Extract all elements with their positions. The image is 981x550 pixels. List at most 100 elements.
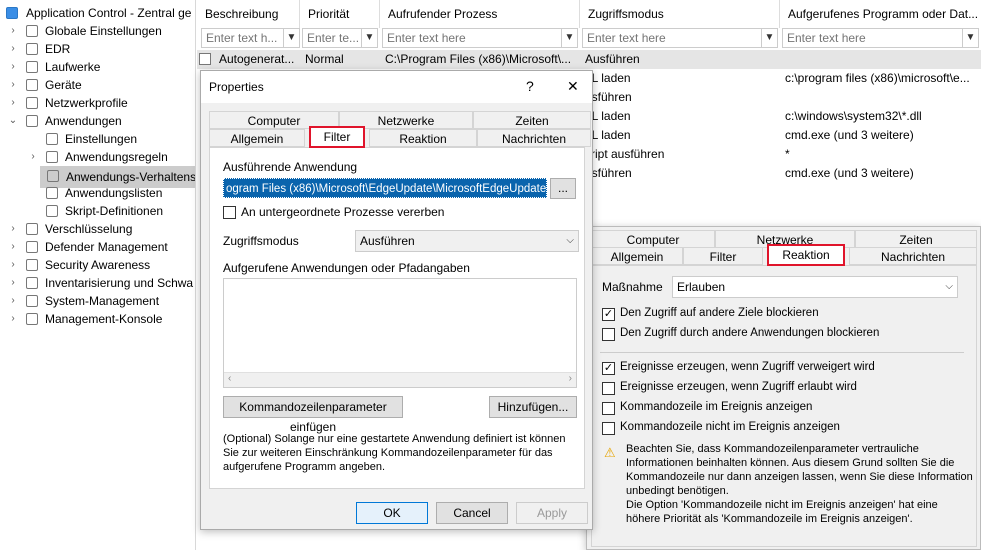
tree-item[interactable]: Einstellungen	[0, 130, 195, 148]
column-header-zugriffsmodus[interactable]: Zugriffsmodus	[580, 0, 780, 28]
tab-reaktion[interactable]: Reaktion	[767, 244, 845, 266]
option-checkbox[interactable]	[602, 328, 615, 341]
filter-icon[interactable]: ▼	[561, 29, 577, 47]
tree-item-label: Inventarisierung und Schwa	[45, 276, 194, 290]
tab-filter[interactable]: Filter	[309, 126, 365, 148]
filter-prioritaet[interactable]: ▼	[302, 28, 378, 48]
mode-select[interactable]: Ausführen ⌵	[355, 230, 579, 252]
measure-select[interactable]: Erlauben ⌵	[672, 276, 958, 298]
chevron-right-icon[interactable]: ›	[8, 58, 18, 76]
tree-item[interactable]: › Globale Einstellungen	[0, 22, 195, 40]
help-button[interactable]: ?	[526, 78, 534, 94]
chevron-right-icon[interactable]: ›	[8, 256, 18, 274]
option-checkbox[interactable]: ✓	[602, 308, 615, 321]
chevron-right-icon[interactable]: ›	[8, 40, 18, 58]
tree-item-label: Security Awareness	[45, 258, 151, 272]
column-header-beschreibung[interactable]: Beschreibung	[197, 0, 300, 28]
tab-allgemein[interactable]: Allgemein	[209, 129, 305, 147]
filter-input-programm[interactable]	[783, 29, 978, 47]
tree-root[interactable]: Application Control - Zentral ge	[0, 4, 195, 22]
scroll-left-icon[interactable]: ‹	[228, 373, 231, 384]
tree-item-label: Management-Konsole	[45, 312, 163, 326]
filter-aufgerufenes-programm[interactable]: ▼	[782, 28, 979, 48]
apply-button[interactable]: Apply	[516, 502, 588, 524]
option-checkbox[interactable]	[602, 422, 615, 435]
navigation-tree: Application Control - Zentral ge › Global…	[0, 0, 196, 550]
horizontal-scrollbar[interactable]: ‹ ›	[224, 372, 576, 387]
chevron-right-icon[interactable]: ›	[8, 76, 18, 94]
tree-item[interactable]: Skript-Definitionen	[0, 202, 195, 220]
inventory-icon	[26, 277, 38, 289]
tab-nachrichten[interactable]: Nachrichten	[477, 129, 591, 147]
tab-allgemein[interactable]: Allgemein	[591, 247, 683, 265]
tree-item[interactable]: › EDR	[0, 40, 195, 58]
tab-reaktion[interactable]: Reaktion	[369, 129, 477, 147]
reaction-tab-body: Maßnahme Erlauben ⌵ ✓ Den Zugriff auf and…	[591, 265, 977, 547]
tree-item[interactable]: ⌄ Anwendungen	[0, 112, 195, 130]
tree-item-label: Laufwerke	[45, 60, 101, 74]
filter-icon[interactable]: ▼	[283, 29, 299, 47]
chevron-right-icon[interactable]: ›	[8, 274, 18, 292]
chevron-right-icon[interactable]: ›	[28, 148, 38, 166]
table-cell: Normal	[305, 52, 344, 66]
filter-beschreibung[interactable]: ▼	[201, 28, 300, 48]
filter-input-prozess[interactable]	[383, 29, 577, 47]
tree-item-label: Globale Einstellungen	[45, 24, 162, 38]
called-apps-list[interactable]: ‹ ›	[223, 278, 577, 388]
filter-icon[interactable]: ▼	[361, 29, 377, 47]
chevron-down-icon[interactable]: ⌄	[8, 112, 18, 130]
tree-item[interactable]: › Netzwerkprofile	[0, 94, 195, 112]
filter-icon[interactable]: ▼	[761, 29, 777, 47]
ok-button[interactable]: OK	[356, 502, 428, 524]
tree-item-label: Anwendungen	[45, 114, 122, 128]
column-header-aufgerufenes-programm[interactable]: Aufgerufenes Programm oder Dat...	[780, 0, 981, 28]
browse-button[interactable]: ...	[550, 178, 576, 199]
tree-item-label: Einstellungen	[65, 132, 138, 146]
chevron-right-icon[interactable]: ›	[8, 220, 18, 238]
insert-cmdline-button[interactable]: Kommandozeilenparameter einfügen	[223, 396, 403, 434]
chevron-right-icon[interactable]: ›	[8, 292, 18, 310]
inherit-checkbox[interactable]	[223, 206, 236, 219]
tree-item[interactable]: › System-Management	[0, 292, 195, 310]
option-checkbox[interactable]	[602, 402, 615, 415]
option-checkbox[interactable]	[602, 382, 615, 395]
tab-nachrichten[interactable]: Nachrichten	[849, 247, 977, 265]
tree-item[interactable]: › Laufwerke	[0, 58, 195, 76]
tab-zeiten[interactable]: Zeiten	[473, 111, 591, 129]
tab-filter[interactable]: Filter	[683, 247, 763, 265]
table-row[interactable]: Autogenerat... Normal C:\Program Files (x8…	[197, 50, 981, 69]
tree-item-label: Verschlüsselung	[45, 222, 133, 236]
table-cell: LL laden	[585, 128, 631, 142]
add-button[interactable]: Hinzufügen...	[489, 396, 577, 418]
tree-item[interactable]: › Anwendungsregeln	[0, 148, 195, 166]
chevron-right-icon[interactable]: ›	[8, 22, 18, 40]
chevron-right-icon[interactable]: ›	[8, 94, 18, 112]
tree-item[interactable]: › Management-Konsole	[0, 310, 195, 328]
filter-aufrufender-prozess[interactable]: ▼	[382, 28, 578, 48]
filter-input-zugriffsmodus[interactable]	[583, 29, 777, 47]
chevron-right-icon[interactable]: ›	[8, 238, 18, 256]
tree-item[interactable]: › Defender Management	[0, 238, 195, 256]
tools-icon	[26, 43, 38, 55]
chevron-right-icon[interactable]: ›	[8, 310, 18, 328]
tree-item[interactable]: › Security Awareness	[0, 256, 195, 274]
column-header-aufrufender-prozess[interactable]: Aufrufender Prozess	[380, 0, 580, 28]
tree-item[interactable]: › Inventarisierung und Schwa	[0, 274, 195, 292]
tree-item[interactable]: › Geräte	[0, 76, 195, 94]
tab-zeiten[interactable]: Zeiten	[855, 230, 977, 248]
option-checkbox[interactable]: ✓	[602, 362, 615, 375]
app-path-input[interactable]: ogram Files (x86)\Microsoft\EdgeUpdate\M…	[223, 178, 547, 198]
drive-icon	[26, 61, 38, 73]
filter-icon[interactable]: ▼	[962, 29, 978, 47]
column-header-prioritaet[interactable]: Priorität	[300, 0, 380, 28]
scroll-right-icon[interactable]: ›	[569, 373, 572, 384]
optional-note: (Optional) Solange nur eine gestartete A…	[223, 433, 566, 473]
tree-item[interactable]: › Verschlüsselung	[0, 220, 195, 238]
warning-line-5: Die Option 'Kommandozeile nicht im Ereig…	[626, 499, 938, 511]
close-button[interactable]: ✕	[567, 78, 579, 95]
tree-item[interactable]: Anwendungslisten	[0, 184, 195, 202]
cancel-button[interactable]: Cancel	[436, 502, 508, 524]
tab-computer[interactable]: Computer	[591, 230, 715, 248]
filter-zugriffsmodus[interactable]: ▼	[582, 28, 778, 48]
mode-value: Ausführen	[360, 234, 415, 248]
